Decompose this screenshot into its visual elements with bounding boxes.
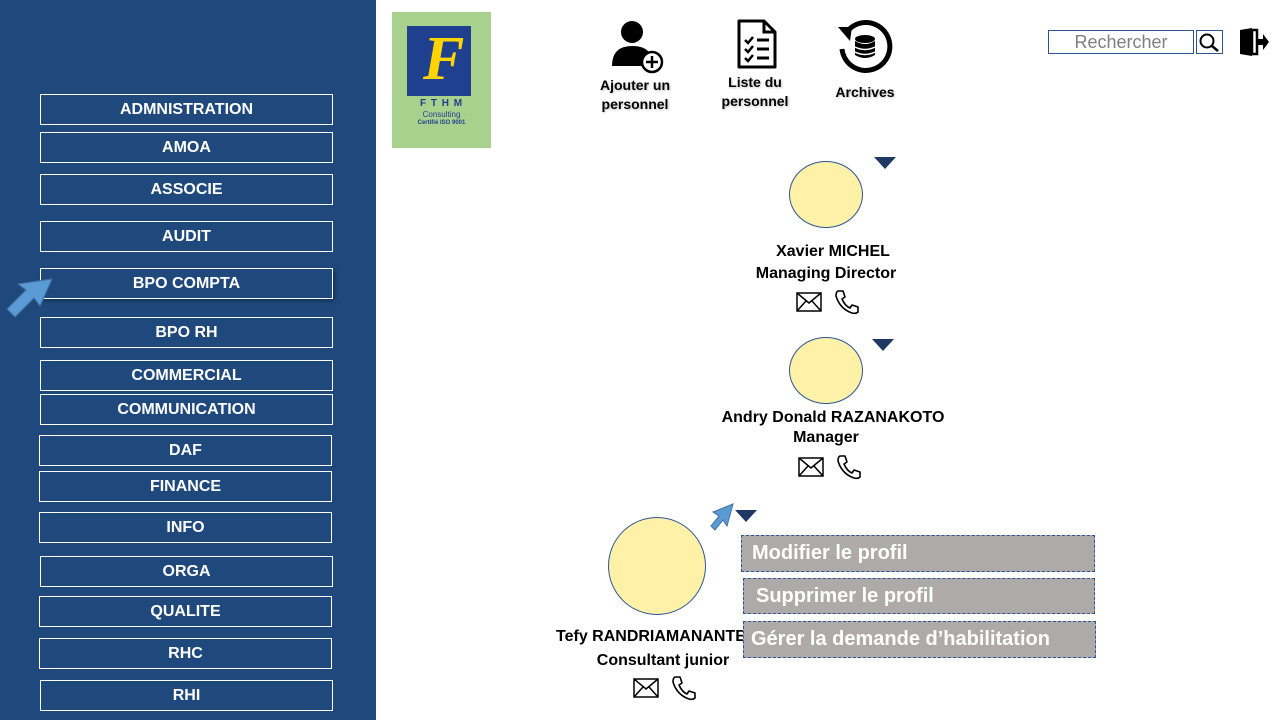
manage-access-request-menu-item[interactable]: Gérer la demande d’habilitation [743, 621, 1096, 658]
add-personnel-button[interactable]: Ajouter un personnel [590, 76, 680, 114]
sidebar-item-administration[interactable]: ADMNISTRATION [40, 94, 333, 125]
archives-label: Archives [835, 84, 895, 100]
sidebar-item-audit[interactable]: AUDIT [40, 221, 333, 252]
search-input[interactable] [1048, 30, 1194, 54]
sidebar-item-rhi[interactable]: RHI [40, 680, 333, 711]
company-logo: F F T H M Consulting Certifié ISO 9001 [392, 12, 491, 148]
add-user-icon[interactable] [612, 20, 664, 74]
dropdown-arrow-icon[interactable] [872, 339, 894, 351]
logo-letter: F [423, 25, 465, 93]
delete-profile-menu-item[interactable]: Supprimer le profil [743, 578, 1095, 614]
sidebar-item-bpo-compta[interactable]: BPO COMPTA [40, 268, 333, 299]
sidebar-item-daf[interactable]: DAF [39, 435, 332, 466]
pointer-arrow-icon [710, 503, 734, 531]
logo-cert: Certifié ISO 9001 [417, 120, 466, 126]
logout-icon[interactable] [1238, 27, 1270, 57]
sidebar-item-rhc[interactable]: RHC [39, 638, 332, 669]
logo-name: F T H M [419, 98, 464, 109]
list-personnel-button[interactable]: Liste du personnel [710, 73, 800, 111]
sidebar-item-communication[interactable]: COMMUNICATION [40, 394, 333, 425]
dropdown-arrow-icon[interactable] [735, 510, 757, 522]
sidebar-item-commercial[interactable]: COMMERCIAL [40, 360, 333, 391]
document-list-icon[interactable] [736, 18, 778, 70]
add-personnel-label-1: Ajouter un [600, 77, 670, 93]
logo-sub: Consulting [422, 110, 461, 119]
sidebar-item-bpo-rh[interactable]: BPO RH [40, 317, 333, 348]
avatar[interactable] [608, 517, 706, 615]
sidebar: ADMNISTRATION AMOA ASSOCIE AUDIT BPO COM… [0, 0, 376, 720]
list-personnel-label-2: personnel [721, 93, 789, 109]
phone-icon[interactable] [671, 675, 697, 701]
avatar[interactable] [789, 337, 863, 404]
archives-button[interactable]: Archives [820, 83, 910, 102]
sidebar-item-qualite[interactable]: QUALITE [39, 596, 332, 627]
add-personnel-label-2: personnel [601, 96, 669, 112]
archive-database-icon[interactable] [836, 17, 894, 75]
sidebar-item-finance[interactable]: FINANCE [39, 471, 332, 502]
mail-icon[interactable] [798, 457, 824, 477]
mail-icon[interactable] [796, 292, 822, 312]
person-role: Consultant junior [596, 652, 730, 669]
person-name: Xavier MICHEL [776, 243, 890, 260]
search-icon [1199, 33, 1219, 52]
sidebar-item-info[interactable]: INFO [39, 512, 332, 543]
mail-icon[interactable] [633, 678, 659, 698]
person-role: Manager [793, 429, 859, 446]
sidebar-item-orga[interactable]: ORGA [40, 556, 333, 587]
logo-mark: F [407, 25, 471, 96]
list-personnel-label-1: Liste du [728, 74, 782, 90]
avatar[interactable] [789, 161, 863, 228]
person-role: Managing Director [755, 265, 897, 282]
search-button[interactable] [1196, 30, 1223, 54]
sidebar-item-associe[interactable]: ASSOCIE [40, 174, 333, 205]
edit-profile-menu-item[interactable]: Modifier le profil [741, 535, 1095, 572]
person-name: Andry Donald RAZANAKOTO [721, 409, 945, 426]
person-name: Tefy RANDRIAMANANTE [556, 628, 746, 645]
phone-icon[interactable] [836, 454, 862, 480]
pointer-arrow-icon [6, 278, 53, 318]
sidebar-item-amoa[interactable]: AMOA [40, 132, 333, 163]
dropdown-arrow-icon[interactable] [874, 157, 896, 169]
phone-icon[interactable] [834, 289, 860, 315]
